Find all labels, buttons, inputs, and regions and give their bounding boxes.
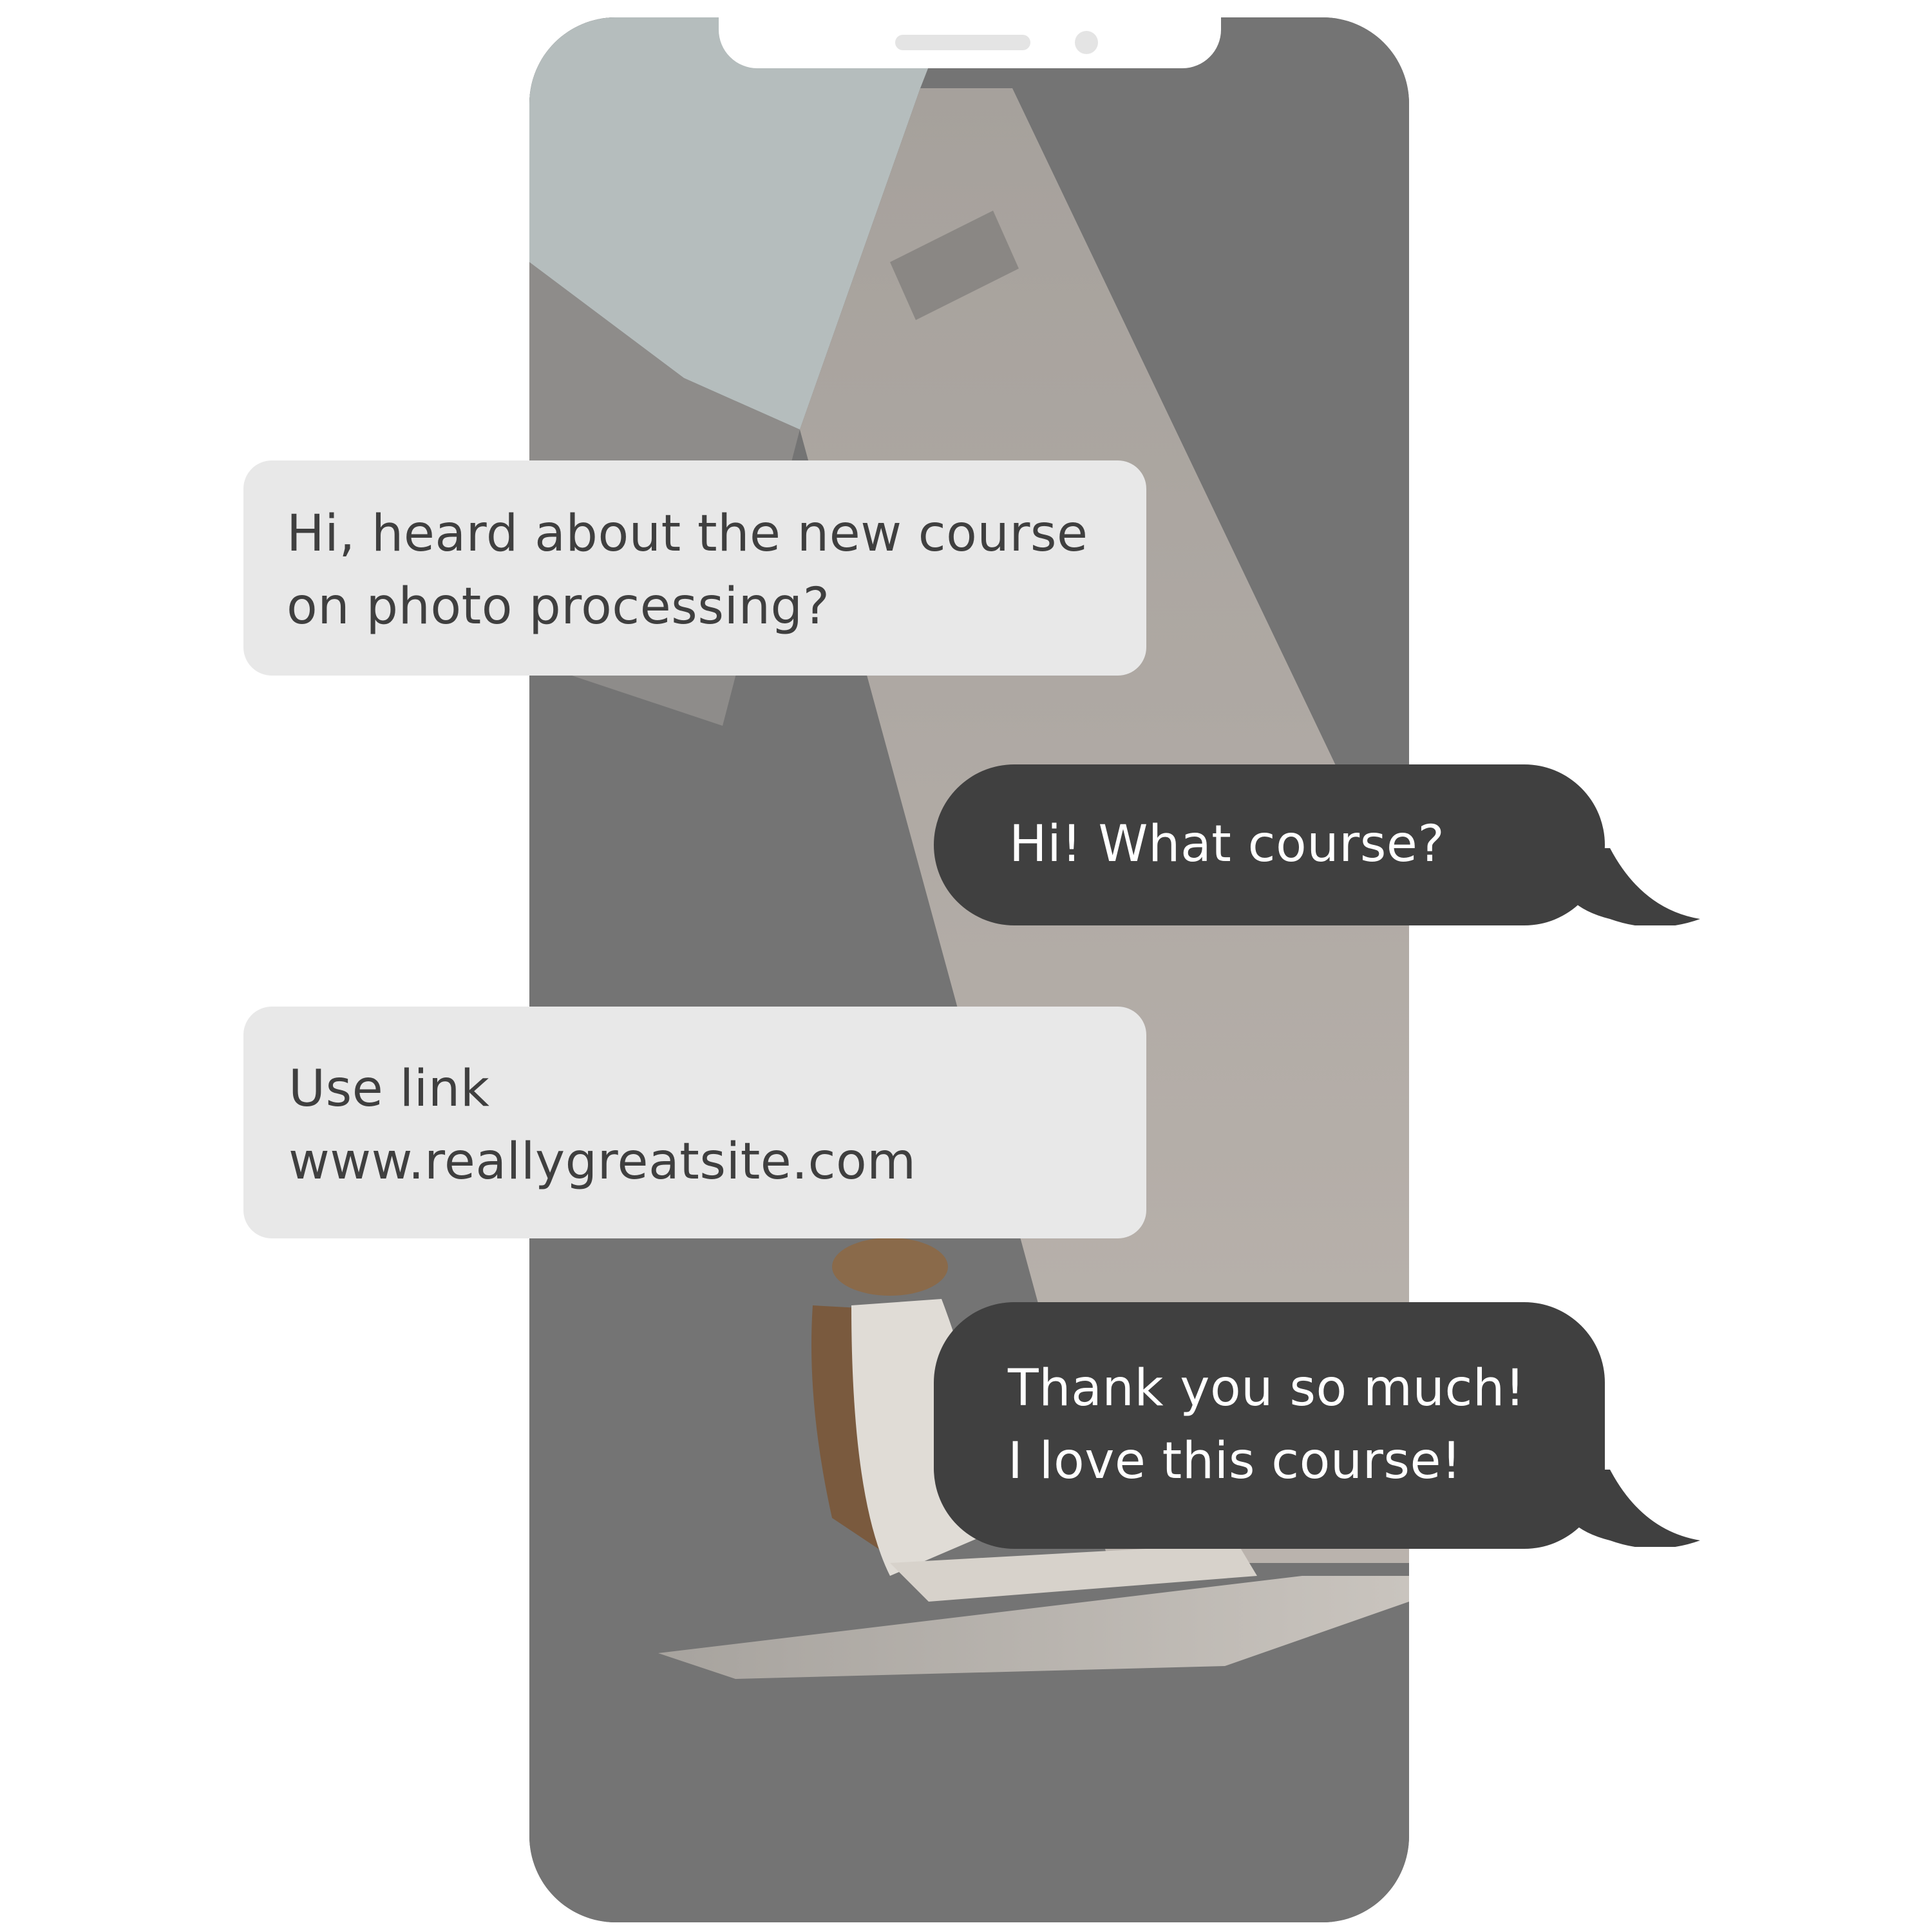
message-bubble-outgoing: Thank you so much! I love this course!: [934, 1302, 1707, 1549]
message-text: Hi, heard about the new course: [287, 505, 1088, 563]
message-text: I love this course!: [1008, 1432, 1462, 1490]
phone-notch: [719, 0, 1221, 68]
phone-frame: [529, 17, 1409, 1922]
message-text: www.reallygreatsite.com: [289, 1133, 916, 1191]
front-camera: [1075, 31, 1098, 54]
message-text: Hi! What course?: [1009, 815, 1445, 873]
message-bubble-incoming: Hi, heard about the new course on photo …: [243, 460, 1146, 676]
message-bubble-outgoing: Hi! What course?: [934, 764, 1707, 925]
message-text: Use link: [289, 1060, 490, 1118]
bubble-body: Thank you so much! I love this course!: [934, 1302, 1605, 1549]
background-photo: [529, 17, 1409, 1922]
bubble-body: Hi! What course?: [934, 764, 1605, 925]
message-text: on photo processing?: [287, 578, 830, 636]
message-bubble-incoming: Use link www.reallygreatsite.com: [243, 1007, 1146, 1238]
speaker-grille: [895, 35, 1030, 50]
message-text: Thank you so much!: [1008, 1359, 1526, 1417]
